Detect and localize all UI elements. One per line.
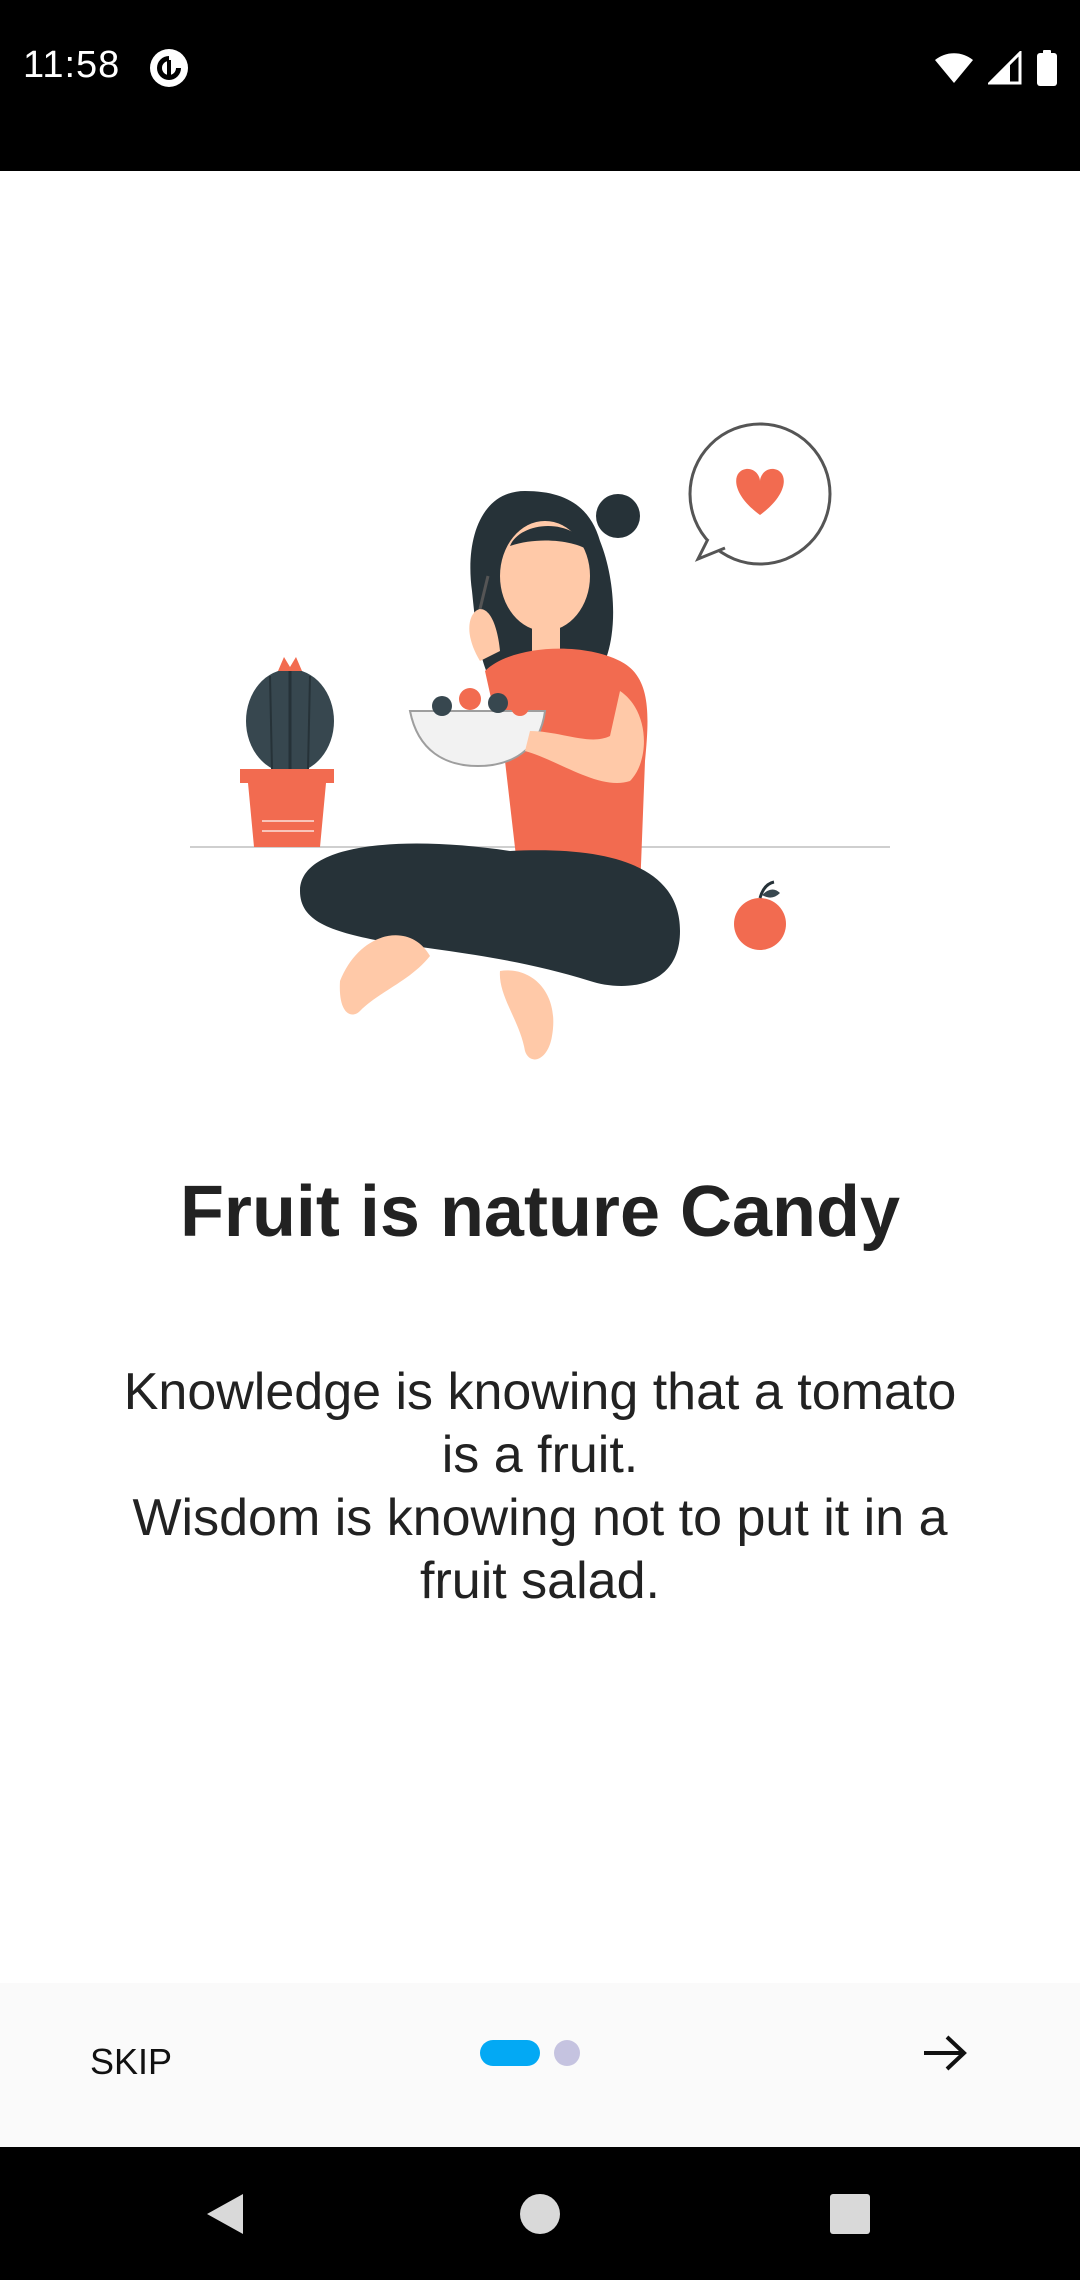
nav-home-button[interactable] [480,2147,600,2280]
status-icons [934,48,1058,88]
battery-icon [1037,50,1057,86]
heart-bubble-icon [688,422,832,566]
page-description: Knowledge is knowing that a tomato is a … [123,1363,957,1610]
signal-icon [988,51,1022,85]
page-dot[interactable] [554,2040,580,2066]
page-dot-active[interactable] [480,2040,540,2066]
page-title: Fruit is nature Candy [179,1172,901,1252]
home-circle-icon [520,2193,560,2234]
next-button[interactable] [905,2013,985,2093]
page-indicator [480,2040,580,2066]
recents-square-icon [830,2193,870,2234]
onboarding-page: Fruit is nature Candy Knowledge is knowi… [0,171,1080,1983]
nav-recents-button[interactable] [790,2147,910,2280]
cactus-icon [240,657,334,847]
system-nav-bar [0,2147,1080,2280]
woman-eating-fruit-illustration [190,422,890,1060]
skip-button[interactable]: SKIP [70,2035,192,2089]
back-triangle-icon [207,2193,243,2234]
apple-icon [734,880,786,950]
status-bar: 11:58 [0,0,1080,171]
pocket-casts-icon [150,49,188,87]
onboarding-footer: SKIP [0,1983,1080,2147]
wifi-icon [935,53,973,83]
arrow-right-icon [924,2035,967,2071]
status-time: 11:58 [23,44,121,86]
nav-back-button[interactable] [165,2147,285,2280]
